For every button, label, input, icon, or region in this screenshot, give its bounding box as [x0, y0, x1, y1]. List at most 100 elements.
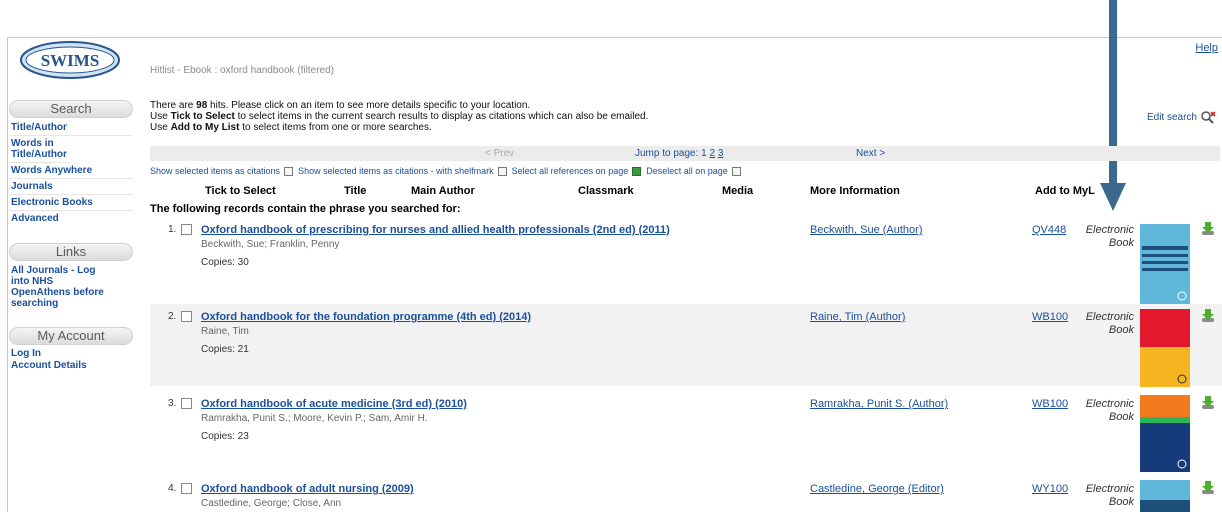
result-row: 4. Oxford handbook of adult nursing (200… — [150, 480, 1222, 512]
sidebar-item-account-details[interactable]: Account Details — [9, 360, 133, 371]
record-authors: Raine, Tim — [201, 326, 249, 337]
sidebar-item-title-author[interactable]: Title/Author — [9, 120, 133, 136]
search-links: Title/Author Words in Title/Author Words… — [9, 120, 133, 226]
select-all-icon — [632, 166, 642, 176]
edit-search-button[interactable]: Edit search — [1147, 110, 1216, 124]
record-author-link[interactable]: Beckwith, Sue (Author) — [810, 224, 923, 236]
intro-bold: Add to My List — [170, 122, 240, 133]
sidebar-item-words-anywhere[interactable]: Words Anywhere — [9, 163, 133, 179]
book-cover[interactable] — [1140, 309, 1190, 387]
record-media: Electronic Book — [1085, 398, 1134, 423]
sidebar-item-log-in[interactable]: Log In — [9, 347, 133, 360]
intro-bold: Tick to Select — [170, 111, 235, 122]
book-cover[interactable] — [1140, 480, 1190, 512]
record-title-link[interactable]: Oxford handbook of acute medicine (3rd e… — [201, 398, 467, 410]
col-title: Title — [344, 185, 367, 197]
record-checkbox[interactable] — [181, 224, 192, 235]
record-authors: Beckwith, Sue; Franklin, Penny — [201, 239, 340, 250]
deselect-all-link[interactable]: Deselect all on page — [646, 166, 728, 176]
col-add-to-my-list: Add to MyL — [1035, 185, 1095, 197]
record-authors: Ramrakha, Punit S.; Moore, Kevin P.; Sam… — [201, 413, 428, 424]
record-number: 1. — [168, 224, 177, 235]
result-row: 2. Oxford handbook for the foundation pr… — [150, 304, 1222, 387]
help-link[interactable]: Help — [1195, 42, 1218, 54]
page-link-2[interactable]: 2 — [710, 148, 716, 159]
sidebar-item-words-title-author[interactable]: Words in Title/Author — [9, 136, 69, 163]
links-list: All Journals - Log into NHS OpenAthens b… — [9, 263, 133, 311]
record-checkbox[interactable] — [181, 311, 192, 322]
next-page-link[interactable]: Next > — [856, 148, 885, 159]
download-icon[interactable] — [1200, 395, 1216, 411]
prev-page-link: < Prev — [485, 148, 515, 159]
record-number: 4. — [168, 483, 177, 494]
intro-text-part: Use — [150, 122, 171, 133]
record-media: Electronic Book — [1085, 483, 1134, 508]
sidebar: Search Title/Author Words in Title/Autho… — [9, 100, 133, 371]
sidebar-heading-links: Links — [9, 243, 133, 261]
jump-label: Jump to page: — [635, 148, 699, 159]
intro-text-part: hits. Please click on an item to see mor… — [207, 100, 531, 111]
show-citations-link[interactable]: Show selected items as citations — [150, 166, 280, 176]
record-copies: Copies: 23 — [201, 431, 249, 442]
sidebar-heading-account: My Account — [9, 327, 133, 345]
col-main-author: Main Author — [411, 185, 475, 197]
intro-text: There are 98 hits. Please click on an it… — [150, 100, 648, 133]
sidebar-heading-search: Search — [9, 100, 133, 118]
record-checkbox[interactable] — [181, 398, 192, 409]
jump-to-page: Jump to page: 1 2 3 — [635, 148, 723, 159]
intro-text-part: There are — [150, 100, 197, 111]
sidebar-item-advanced[interactable]: Advanced — [9, 211, 133, 226]
intro-text-part: Use — [150, 111, 171, 122]
record-authors: Castledine, George; Close, Ann — [201, 498, 342, 509]
page-link-3[interactable]: 3 — [718, 148, 724, 159]
record-author-link[interactable]: Castledine, George (Editor) — [810, 483, 944, 495]
show-citations-shelfmark-link[interactable]: Show selected items as citations - with … — [298, 166, 494, 176]
action-bar: Show selected items as citations Show se… — [150, 166, 744, 176]
book-cover[interactable] — [1140, 395, 1190, 472]
result-row: 1. Oxford handbook of prescribing for nu… — [150, 221, 1222, 304]
book-cover[interactable] — [1140, 224, 1190, 304]
phrase-note: The following records contain the phrase… — [150, 203, 461, 215]
record-classmark-link[interactable]: WY100 — [1032, 483, 1068, 495]
citation-doc-icon — [497, 166, 507, 176]
col-tick-to-select: Tick to Select — [205, 185, 276, 197]
record-classmark-link[interactable]: WB100 — [1032, 311, 1068, 323]
hit-count: 98 — [196, 100, 208, 111]
pagination-bar: < Prev Jump to page: 1 2 3 Next > — [150, 146, 1220, 161]
record-copies: Copies: 30 — [201, 257, 249, 268]
hitlist-title: Hitlist - Ebook : oxford handbook (filte… — [150, 65, 334, 76]
record-media: Electronic Book — [1085, 224, 1134, 249]
intro-text-part: to select items in the current search re… — [234, 111, 649, 122]
account-links: Log In Account Details — [9, 347, 133, 371]
col-more-information: More Information — [810, 185, 900, 197]
record-author-link[interactable]: Ramrakha, Punit S. (Author) — [810, 398, 948, 410]
record-number: 2. — [168, 311, 177, 322]
col-media: Media — [722, 185, 754, 197]
column-headers: Tick to Select Title Main Author Classma… — [0, 185, 1222, 199]
download-icon[interactable] — [1200, 480, 1216, 496]
record-copies: Copies: 21 — [201, 344, 249, 355]
record-classmark-link[interactable]: WB100 — [1032, 398, 1068, 410]
intro-text-part: to select items from one or more searche… — [239, 122, 432, 133]
record-title-link[interactable]: Oxford handbook of adult nursing (2009) — [201, 483, 414, 495]
citation-doc-icon — [284, 166, 294, 176]
annotation-arrow — [1100, 0, 1126, 211]
sidebar-item-all-journals[interactable]: All Journals - Log into NHS OpenAthens b… — [9, 263, 114, 311]
download-icon[interactable] — [1200, 308, 1216, 324]
record-title-link[interactable]: Oxford handbook of prescribing for nurse… — [201, 224, 670, 236]
result-row: 3. Oxford handbook of acute medicine (3r… — [150, 395, 1222, 478]
logo-text: SWIMS — [41, 51, 100, 70]
deselect-icon — [731, 166, 741, 176]
download-icon[interactable] — [1200, 221, 1216, 237]
col-classmark: Classmark — [578, 185, 634, 197]
record-author-link[interactable]: Raine, Tim (Author) — [810, 311, 905, 323]
edit-search-label: Edit search — [1146, 111, 1197, 123]
record-classmark-link[interactable]: QV448 — [1032, 224, 1066, 236]
record-checkbox[interactable] — [181, 483, 192, 494]
record-title-link[interactable]: Oxford handbook for the foundation progr… — [201, 311, 531, 323]
magnifier-edit-icon — [1201, 111, 1216, 124]
select-all-link[interactable]: Select all references on page — [512, 166, 629, 176]
page-number[interactable]: 1 — [701, 148, 707, 159]
swims-logo[interactable]: SWIMS — [19, 40, 121, 80]
record-media: Electronic Book — [1085, 311, 1134, 336]
